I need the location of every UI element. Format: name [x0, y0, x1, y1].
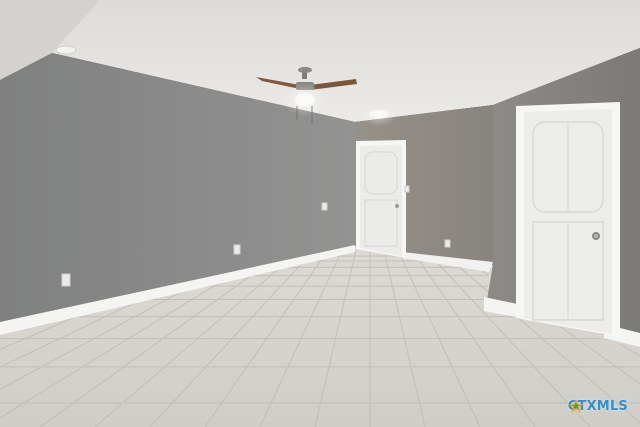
watermark: CTXMLS: [567, 399, 628, 414]
interior-door-center[interactable]: [356, 140, 406, 258]
door-knob-center[interactable]: [395, 204, 399, 208]
room-photo: CTXMLS: [0, 0, 640, 427]
outlet-left: [61, 273, 71, 287]
star-logo-icon: [567, 399, 584, 413]
switch-back-wall[interactable]: [404, 185, 410, 193]
interior-door-right[interactable]: [516, 102, 620, 337]
outlet-middle: [233, 244, 241, 255]
smoke-detector: [55, 45, 77, 55]
outlet-back-wall: [444, 239, 451, 248]
room-illustration: [0, 0, 640, 427]
ceiling-light: [361, 106, 397, 126]
light-switch[interactable]: [321, 202, 328, 211]
